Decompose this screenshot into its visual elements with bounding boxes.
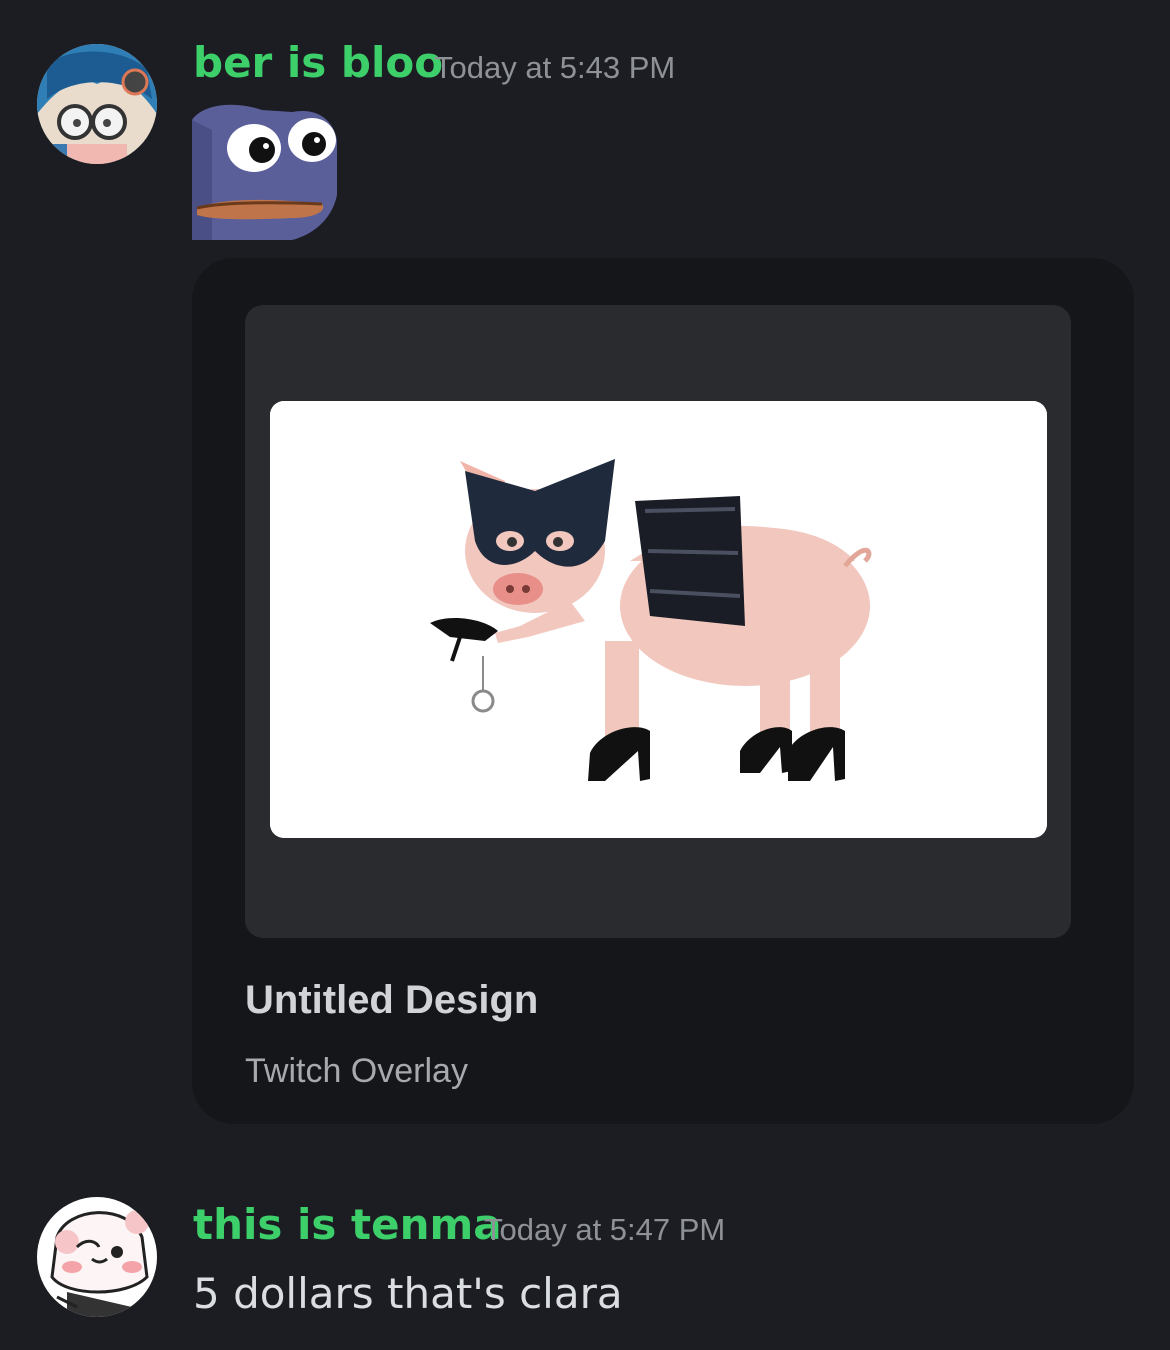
embed-image[interactable] bbox=[270, 401, 1047, 838]
embed-media[interactable] bbox=[245, 305, 1071, 938]
embed-subtitle: Twitch Overlay bbox=[245, 1052, 468, 1090]
timestamp: Today at 5:43 PM bbox=[434, 50, 676, 85]
anime-avatar-white-hair-blush-icon bbox=[37, 1197, 157, 1317]
message-1: ber is bloo Today at 5:43 PM Untitled De… bbox=[0, 0, 1170, 1140]
emote[interactable] bbox=[192, 100, 337, 240]
message-2: this is tenma Today at 5:47 PM 5 dollars… bbox=[0, 1180, 1170, 1350]
message-text: 5 dollars that's clara bbox=[193, 1269, 623, 1318]
user-avatar[interactable] bbox=[37, 44, 157, 164]
timestamp: Today at 5:47 PM bbox=[484, 1212, 726, 1247]
author-name[interactable]: ber is bloo bbox=[193, 38, 443, 87]
pepe-frog-wide-eyes-emote-icon bbox=[192, 100, 337, 240]
embed-title[interactable]: Untitled Design bbox=[245, 978, 538, 1023]
user-avatar[interactable] bbox=[37, 1197, 157, 1317]
link-embed[interactable]: Untitled Design Twitch Overlay bbox=[192, 258, 1134, 1124]
author-name[interactable]: this is tenma bbox=[193, 1200, 502, 1249]
pig-in-mask-and-heels-image-icon bbox=[270, 401, 1047, 838]
anime-avatar-blue-hair-glasses-icon bbox=[37, 44, 157, 164]
